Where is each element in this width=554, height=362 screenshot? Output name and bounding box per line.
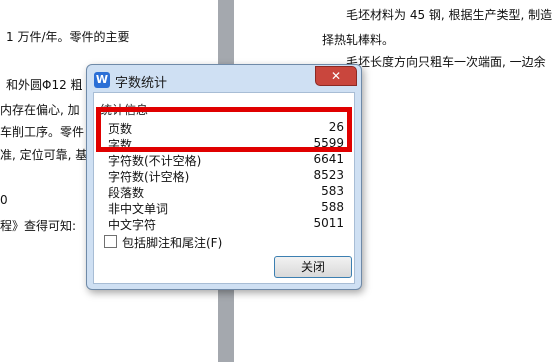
stat-value: 588 [321, 200, 344, 214]
app-logo-icon: W [94, 72, 110, 88]
close-icon[interactable]: ✕ [315, 66, 357, 86]
doc-text-line: 毛坯材料为 45 钢, 根据生产类型, 制造 [346, 8, 553, 22]
doc-text-line: 择热轧棒料。 [322, 33, 395, 47]
stat-row-chars-with-spaces: 字符数(计空格) 8523 [108, 168, 344, 184]
doc-text-line: 准, 定位可靠, 基 [0, 148, 88, 162]
stat-label: 非中文单词 [108, 202, 169, 216]
stat-row-paragraphs: 段落数 583 [108, 184, 344, 200]
stat-value: 5011 [313, 216, 344, 230]
include-footnotes-label[interactable]: 包括脚注和尾注(F) [122, 234, 222, 251]
stat-label: 字符数(计空格) [108, 170, 190, 184]
highlight-box [96, 107, 352, 152]
stat-label: 中文字符 [108, 218, 157, 232]
doc-text-line: 和外圆Φ12 粗 [6, 78, 83, 92]
word-count-dialog: W 字数统计 ✕ 统计信息 页数 26 字数 5599 字符数(不计空格) 66… [86, 64, 362, 290]
stat-label: 段落数 [108, 186, 145, 200]
close-button[interactable]: 关闭 [274, 256, 352, 278]
stat-label: 字符数(不计空格) [108, 154, 202, 168]
dialog-title: 字数统计 [115, 76, 168, 91]
stat-row-chinese-chars: 中文字符 5011 [108, 216, 344, 232]
doc-text-line: 0 [0, 193, 8, 207]
doc-text-line: 1 万件/年。零件的主要 [6, 30, 130, 44]
stat-row-non-chinese-words: 非中文单词 588 [108, 200, 344, 216]
stat-value: 8523 [313, 168, 344, 182]
doc-text-line: 毛坯长度方向只粗车一次端面, 一边余 [346, 55, 546, 69]
doc-text-line: 内存在偏心, 加 [0, 103, 80, 117]
doc-text-line: 车削工序。零件 [0, 125, 85, 139]
stat-value: 6641 [313, 152, 344, 166]
stat-row-chars-no-spaces: 字符数(不计空格) 6641 [108, 152, 344, 168]
include-footnotes-checkbox[interactable] [104, 235, 117, 248]
stat-value: 583 [321, 184, 344, 198]
dialog-titlebar[interactable]: W 字数统计 ✕ [87, 65, 361, 93]
doc-text-line: 程》查得可知: [0, 219, 77, 233]
